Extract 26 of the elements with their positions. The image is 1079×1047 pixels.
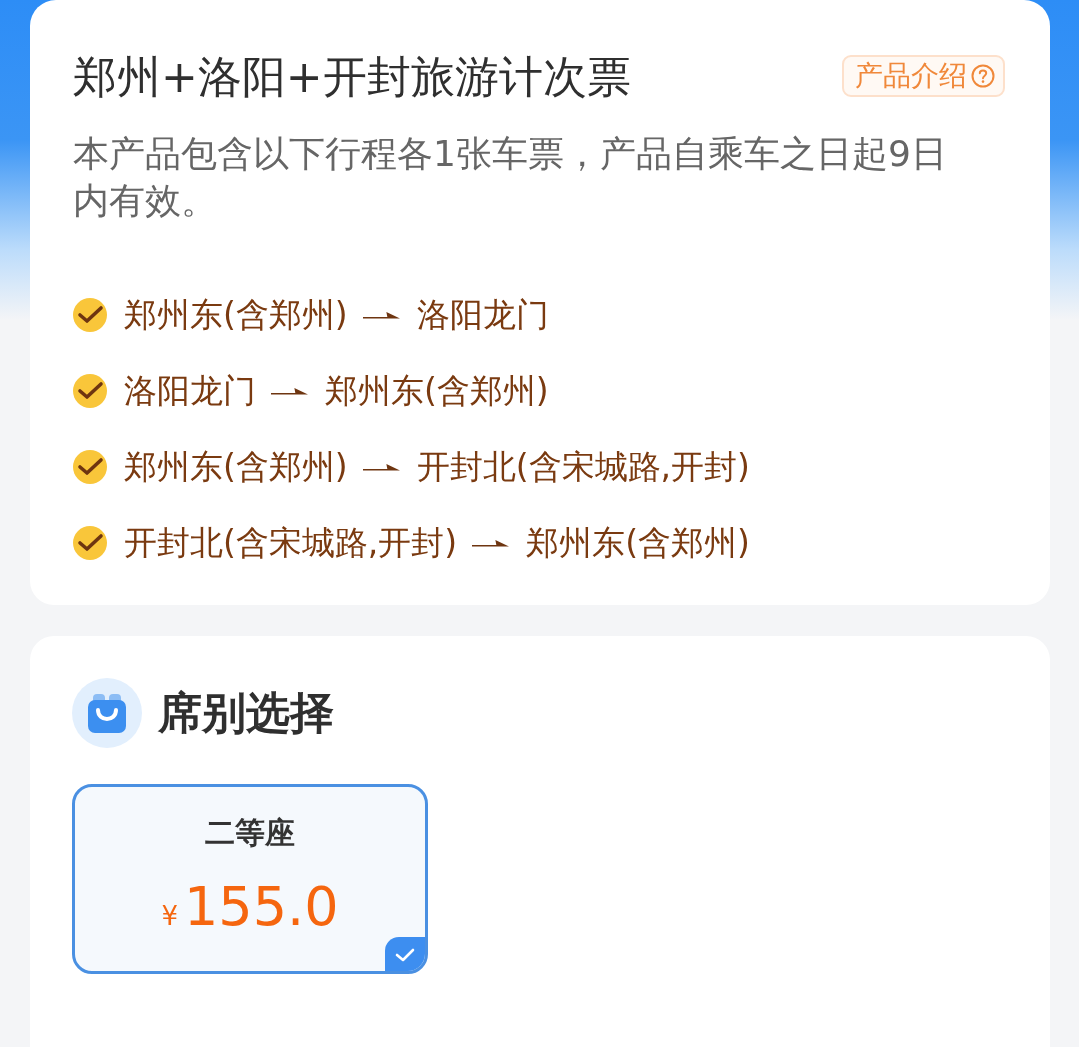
departure-station: 开封北(含宋城路,开封) [124, 522, 458, 564]
check-icon [73, 450, 107, 484]
arrow-icon [271, 385, 308, 397]
price-amount: 155.0 [183, 875, 339, 939]
departure-station: 郑州东(含郑州) [124, 294, 348, 336]
seat-option[interactable]: 二等座 ¥155.0 [72, 784, 428, 974]
check-icon [73, 298, 107, 332]
arrival-station: 开封北(含宋城路,开封) [416, 446, 750, 488]
help-icon [971, 64, 995, 88]
departure-station: 洛阳龙门 [124, 370, 256, 412]
arrow-icon [362, 309, 400, 321]
currency-symbol: ¥ [161, 900, 178, 933]
arrow-icon [472, 537, 510, 549]
seat-class-name: 二等座 [205, 814, 295, 852]
check-icon [73, 526, 107, 560]
check-icon [73, 374, 107, 408]
product-title: 郑州+洛阳+开封旅游计次票 [73, 50, 631, 104]
arrival-station: 郑州东(含郑州) [325, 370, 549, 412]
check-icon [385, 937, 425, 971]
arrow-icon [362, 461, 400, 473]
section-title: 席别选择 [158, 686, 334, 740]
bag-icon [72, 678, 142, 748]
departure-station: 郑州东(含郑州) [124, 446, 348, 488]
arrival-station: 郑州东(含郑州) [526, 522, 750, 564]
product-description: 本产品包含以下行程各1张车票，产品自乘车之日起9日内有效。 [73, 132, 948, 223]
arrival-station: 洛阳龙门 [416, 294, 549, 336]
